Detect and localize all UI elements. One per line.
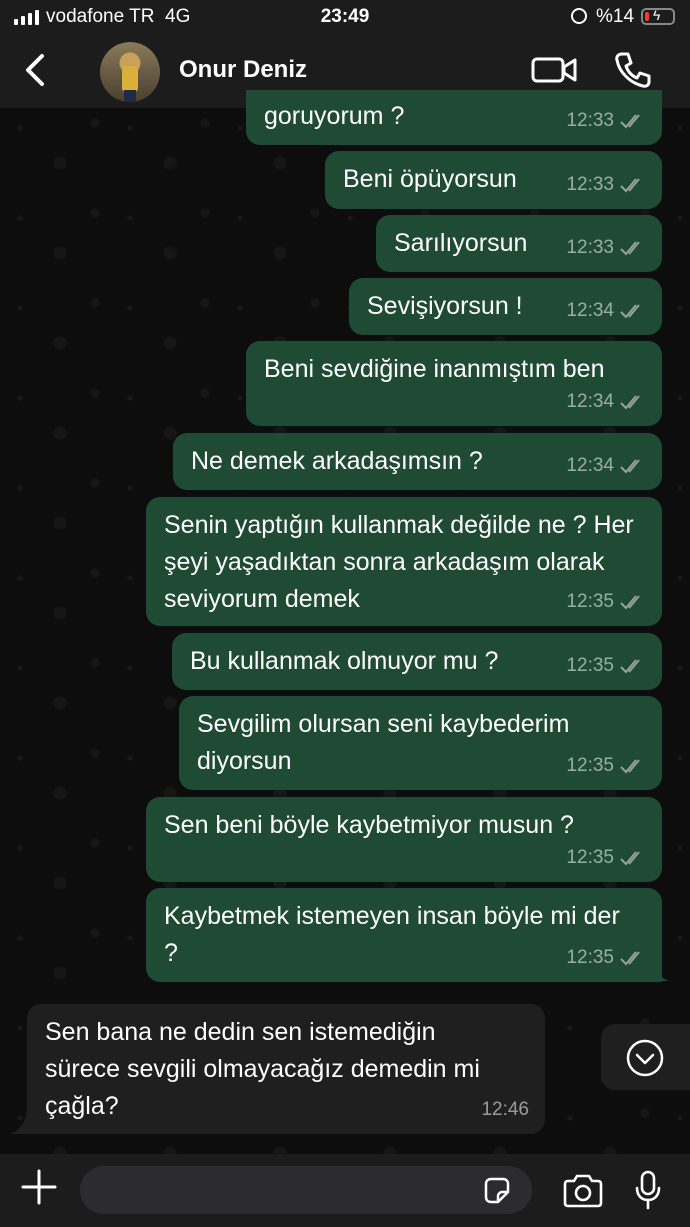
message-text: Sevişiyorsun ! [367,292,523,320]
message-time: 12:33 [566,110,614,131]
message-time: 12:34 [566,300,614,321]
message-time: 12:35 [566,847,614,868]
read-receipt-icon [620,758,640,773]
message-bubble[interactable]: Sevişiyorsun ! 12:34 [349,278,662,335]
sticker-icon[interactable] [482,1176,512,1206]
message-bubble[interactable]: Senin yaptığın kullanmak değilde ne ? He… [146,497,662,626]
battery-icon: ϟ [641,7,675,25]
message-bubble[interactable]: Sarılıyorsun 12:33 [376,215,662,272]
plus-icon[interactable] [20,1168,58,1206]
message-bubble[interactable]: Kaybetmek istemeyen insan böyle mi der ?… [146,888,662,982]
message-bubble[interactable]: Sen beni böyle kaybetmiyor musun ? 12:35 [146,797,662,882]
read-receipt-icon [620,594,640,609]
message-text: Sen beni böyle kaybetmiyor musun ? [164,811,574,839]
read-receipt-icon [620,394,640,409]
video-call-icon[interactable] [531,54,577,86]
battery-percent: %14 [596,6,635,27]
back-chevron-icon[interactable] [18,50,54,90]
status-bar: vodafone TR 4G 23:49 %14 ϟ [0,0,690,36]
message-time: 12:34 [566,455,614,476]
message-composer [0,1154,690,1227]
message-bubble[interactable]: Ne demek arkadaşımsın ? 12:34 [173,433,662,490]
rotation-lock-icon [571,8,587,24]
read-receipt-icon [620,658,640,673]
message-text: Kaybetmek istemeyen insan böyle mi der ? [164,902,620,967]
camera-icon[interactable] [562,1174,604,1208]
message-text: goruyorum ? [264,102,405,130]
message-bubble[interactable]: Bu kullanmak olmuyor mu ? 12:35 [172,633,662,690]
message-bubble[interactable]: Beni öpüyorsun 12:33 [325,151,662,209]
message-text: Sarılıyorsun [394,229,528,257]
message-time: 12:35 [566,591,614,612]
message-input[interactable] [80,1166,532,1214]
message-time: 12:46 [481,1099,529,1120]
message-time: 12:35 [566,947,614,968]
message-text: Bu kullanmak olmuyor mu ? [190,647,499,675]
message-text: Ne demek arkadaşımsın ? [191,447,483,475]
read-receipt-icon [620,458,640,473]
message-time: 12:35 [566,655,614,676]
bubble-tail [10,1110,40,1134]
message-bubble-incoming[interactable]: Sen bana ne dedin sen istemediğin sürece… [27,1004,545,1134]
charging-bolt-icon: ϟ [653,7,661,23]
read-receipt-icon [620,177,640,192]
message-time: 12:34 [566,391,614,412]
message-time: 12:33 [566,237,614,258]
phone-call-icon[interactable] [613,50,651,90]
message-time: 12:33 [566,174,614,195]
microphone-icon[interactable] [634,1170,662,1210]
read-receipt-icon [620,113,640,128]
message-text: Beni öpüyorsun [343,165,517,193]
message-text: Sen bana ne dedin sen istemediğin sürece… [45,1018,480,1120]
read-receipt-icon [620,240,640,255]
message-text: Beni sevdiğine inanmıştım ben [264,355,605,383]
battery-level-fill [645,12,649,21]
message-text: Sevgilim olursan seni kaybederim diyorsu… [197,710,570,775]
message-time: 12:35 [566,755,614,776]
message-bubble[interactable]: Beni sevdiğine inanmıştım ben 12:34 [246,341,662,426]
bubble-tail [641,957,669,981]
read-receipt-icon [620,303,640,318]
message-text: Senin yaptığın kullanmak değilde ne ? He… [164,511,634,613]
read-receipt-icon [620,850,640,865]
chevron-down-icon [626,1039,664,1077]
message-bubble[interactable]: goruyorum ? 12:33 [246,90,662,145]
message-bubble[interactable]: Sevgilim olursan seni kaybederim diyorsu… [179,696,662,790]
contact-name[interactable]: Onur Deniz [179,56,307,84]
avatar[interactable] [100,42,160,102]
scroll-to-bottom-button[interactable] [601,1024,690,1090]
